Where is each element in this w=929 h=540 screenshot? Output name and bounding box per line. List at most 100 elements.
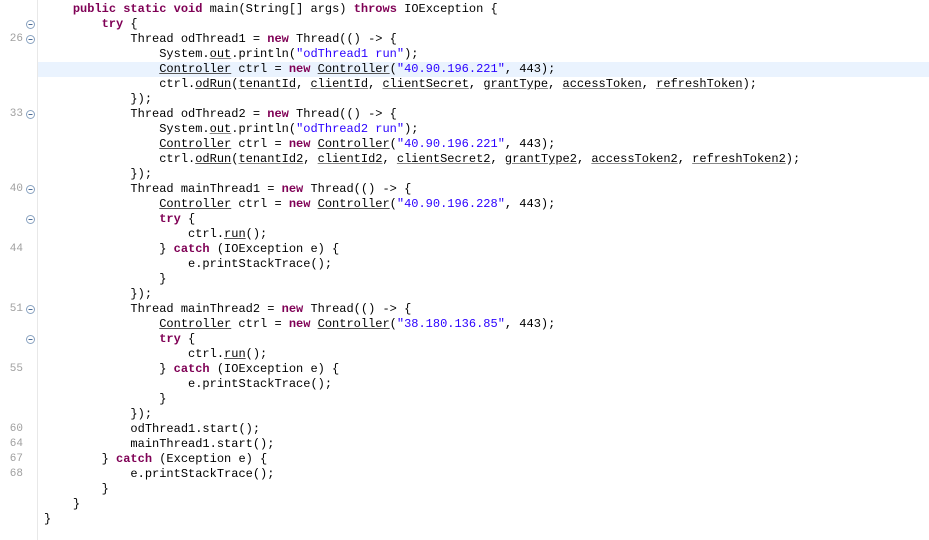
code-line[interactable]: e.printStackTrace(); xyxy=(38,377,929,392)
fold-icon xyxy=(25,455,35,465)
code-line[interactable]: } catch (IOException e) { xyxy=(38,362,929,377)
fold-icon[interactable] xyxy=(25,305,35,315)
line-number: 26 xyxy=(3,32,23,47)
gutter-row xyxy=(0,317,37,332)
fold-icon xyxy=(25,230,35,240)
gutter-row xyxy=(0,497,37,512)
line-number: 55 xyxy=(3,362,23,377)
line-number: 51 xyxy=(3,302,23,317)
code-line[interactable]: } catch (IOException e) { xyxy=(38,242,929,257)
line-number: 60 xyxy=(3,422,23,437)
gutter-row: 60 xyxy=(0,422,37,437)
gutter-row xyxy=(0,287,37,302)
code-line[interactable]: }); xyxy=(38,92,929,107)
code-line[interactable]: odThread1.start(); xyxy=(38,422,929,437)
fold-icon xyxy=(25,395,35,405)
gutter-row xyxy=(0,47,37,62)
fold-icon[interactable] xyxy=(25,215,35,225)
code-line[interactable]: }); xyxy=(38,407,929,422)
code-line[interactable]: } xyxy=(38,272,929,287)
gutter-row xyxy=(0,347,37,362)
code-line[interactable]: Controller ctrl = new Controller("40.90.… xyxy=(38,62,929,77)
fold-icon xyxy=(25,290,35,300)
fold-icon[interactable] xyxy=(25,35,35,45)
code-line[interactable]: System.out.println("odThread2 run"); xyxy=(38,122,929,137)
code-line[interactable]: ctrl.run(); xyxy=(38,227,929,242)
fold-icon xyxy=(25,245,35,255)
code-line[interactable]: e.printStackTrace(); xyxy=(38,467,929,482)
gutter-row xyxy=(0,62,37,77)
code-line[interactable]: try { xyxy=(38,17,929,32)
gutter-row xyxy=(0,272,37,287)
fold-icon xyxy=(25,65,35,75)
code-line[interactable]: ctrl.run(); xyxy=(38,347,929,362)
gutter-row xyxy=(0,377,37,392)
code-line[interactable]: } catch (Exception e) { xyxy=(38,452,929,467)
gutter-row xyxy=(0,167,37,182)
line-number: 33 xyxy=(3,107,23,122)
code-line[interactable]: Thread mainThread2 = new Thread(() -> { xyxy=(38,302,929,317)
code-line[interactable]: } xyxy=(38,497,929,512)
fold-icon xyxy=(25,380,35,390)
code-line[interactable]: e.printStackTrace(); xyxy=(38,257,929,272)
fold-icon xyxy=(25,50,35,60)
code-line[interactable]: Thread mainThread1 = new Thread(() -> { xyxy=(38,182,929,197)
fold-icon xyxy=(25,500,35,510)
fold-icon xyxy=(25,140,35,150)
gutter-row xyxy=(0,122,37,137)
gutter-row xyxy=(0,257,37,272)
gutter-row: 40 xyxy=(0,182,37,197)
code-line[interactable]: mainThread1.start(); xyxy=(38,437,929,452)
code-line[interactable]: }); xyxy=(38,287,929,302)
code-line[interactable]: ctrl.odRun(tenantId2, clientId2, clientS… xyxy=(38,152,929,167)
code-line[interactable]: Controller ctrl = new Controller("40.90.… xyxy=(38,137,929,152)
code-editor[interactable]: public static void main(String[] args) t… xyxy=(38,0,929,540)
code-line[interactable]: } xyxy=(38,392,929,407)
line-number: 40 xyxy=(3,182,23,197)
gutter-row: 26 xyxy=(0,32,37,47)
fold-icon xyxy=(25,440,35,450)
gutter-row xyxy=(0,137,37,152)
code-line[interactable]: public static void main(String[] args) t… xyxy=(38,2,929,17)
code-line[interactable]: }); xyxy=(38,167,929,182)
gutter-row: 64 xyxy=(0,437,37,452)
line-number: 68 xyxy=(3,467,23,482)
gutter-row xyxy=(0,17,37,32)
code-line[interactable]: Controller ctrl = new Controller("38.180… xyxy=(38,317,929,332)
fold-icon xyxy=(25,425,35,435)
code-line[interactable]: System.out.println("odThread1 run"); xyxy=(38,47,929,62)
gutter-row xyxy=(0,92,37,107)
fold-icon[interactable] xyxy=(25,185,35,195)
gutter-row xyxy=(0,332,37,347)
code-line[interactable]: Controller ctrl = new Controller("40.90.… xyxy=(38,197,929,212)
line-number: 44 xyxy=(3,242,23,257)
fold-icon[interactable] xyxy=(25,110,35,120)
fold-icon xyxy=(25,260,35,270)
code-line[interactable]: try { xyxy=(38,212,929,227)
fold-icon xyxy=(25,350,35,360)
code-line[interactable]: } xyxy=(38,482,929,497)
fold-icon xyxy=(25,95,35,105)
code-line[interactable]: Thread odThread2 = new Thread(() -> { xyxy=(38,107,929,122)
fold-icon xyxy=(25,515,35,525)
code-line[interactable]: } xyxy=(38,512,929,527)
fold-icon xyxy=(25,5,35,15)
fold-icon xyxy=(25,80,35,90)
fold-icon xyxy=(25,170,35,180)
fold-icon xyxy=(25,275,35,285)
gutter-row: 44 xyxy=(0,242,37,257)
fold-icon xyxy=(25,155,35,165)
code-line[interactable]: ctrl.odRun(tenantId, clientId, clientSec… xyxy=(38,77,929,92)
code-line[interactable]: Thread odThread1 = new Thread(() -> { xyxy=(38,32,929,47)
code-line[interactable]: try { xyxy=(38,332,929,347)
gutter-row xyxy=(0,227,37,242)
gutter-row: 33 xyxy=(0,107,37,122)
fold-icon xyxy=(25,320,35,330)
line-number: 64 xyxy=(3,437,23,452)
fold-icon xyxy=(25,365,35,375)
gutter-row xyxy=(0,152,37,167)
gutter-row xyxy=(0,392,37,407)
fold-icon[interactable] xyxy=(25,20,35,30)
line-number: 67 xyxy=(3,452,23,467)
fold-icon[interactable] xyxy=(25,335,35,345)
